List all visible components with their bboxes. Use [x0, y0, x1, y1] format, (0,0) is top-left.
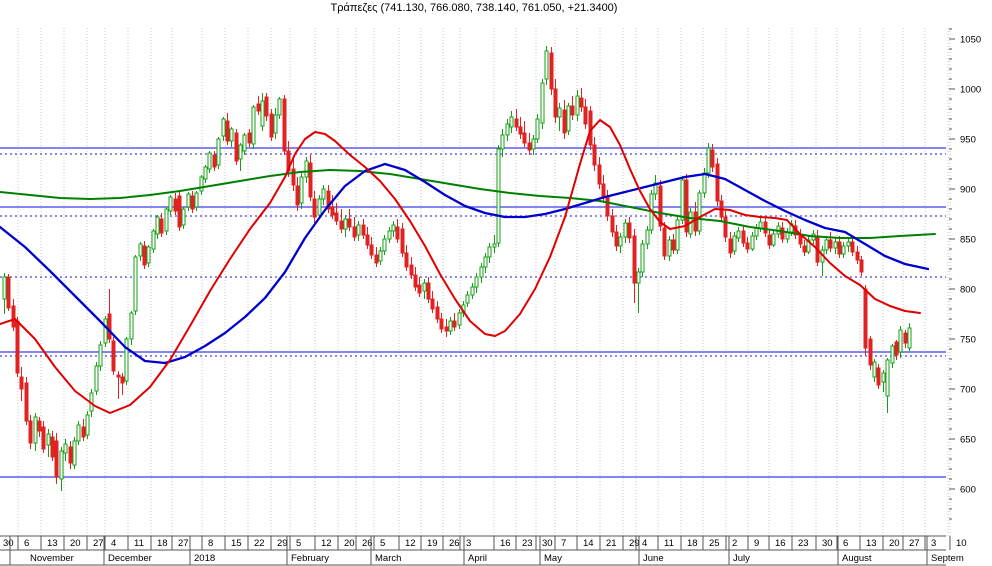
svg-text:750: 750: [960, 335, 976, 346]
x-axis: 30 6 13 20 27 4 11 18 27 8 15 22 29 5 12 20 26 5 12 19 26 3 16…: [0, 535, 967, 566]
svg-text:2: 2: [732, 538, 737, 549]
svg-text:29: 29: [629, 538, 640, 549]
svg-text:3: 3: [931, 538, 936, 549]
svg-text:23: 23: [522, 538, 533, 549]
svg-text:950: 950: [960, 135, 976, 146]
medium-ma-blue: [0, 162, 930, 365]
svg-text:30: 30: [822, 538, 833, 549]
svg-text:March: March: [375, 553, 401, 564]
svg-text:April: April: [468, 553, 487, 564]
svg-text:15: 15: [231, 538, 242, 549]
vertical-gridlines: [17, 28, 951, 536]
svg-text:650: 650: [960, 435, 976, 446]
svg-text:900: 900: [960, 185, 976, 196]
svg-text:12: 12: [405, 538, 416, 549]
svg-text:4: 4: [111, 538, 116, 549]
svg-text:3: 3: [466, 538, 471, 549]
svg-text:5: 5: [380, 538, 385, 549]
svg-text:700: 700: [960, 385, 976, 396]
svg-text:27: 27: [909, 538, 920, 549]
svg-text:23: 23: [798, 538, 809, 549]
svg-text:22: 22: [254, 538, 265, 549]
svg-text:December: December: [108, 553, 152, 564]
svg-text:20: 20: [344, 538, 355, 549]
svg-text:6: 6: [843, 538, 848, 549]
svg-text:May: May: [544, 553, 562, 564]
svg-text:July: July: [733, 553, 750, 564]
support-resistance-levels: [0, 147, 946, 478]
svg-text:13: 13: [866, 538, 877, 549]
svg-text:600: 600: [960, 485, 976, 496]
svg-text:6: 6: [24, 538, 29, 549]
svg-text:11: 11: [664, 538, 674, 549]
svg-text:13: 13: [47, 538, 58, 549]
svg-text:20: 20: [889, 538, 900, 549]
svg-text:5: 5: [296, 538, 301, 549]
svg-text:February: February: [291, 553, 329, 564]
svg-text:20: 20: [70, 538, 81, 549]
candlestick-chart: 1050 1000 950 900 850 800 750 700 650 600 30 6 13 20 2…: [0, 28, 981, 566]
svg-text:30: 30: [3, 538, 14, 549]
svg-text:8: 8: [208, 538, 213, 549]
chart-window: { "chart_data": { "type": "candlestick",…: [0, 0, 992, 566]
y-axis: 1050 1000 950 900 850 800 750 700 650 600: [949, 28, 981, 520]
svg-text:27: 27: [178, 538, 189, 549]
svg-text:30: 30: [542, 538, 553, 549]
svg-text:25: 25: [709, 538, 720, 549]
svg-text:10: 10: [956, 538, 967, 549]
svg-text:Septem: Septem: [931, 553, 964, 564]
svg-text:16: 16: [500, 538, 511, 549]
svg-text:June: June: [643, 553, 664, 564]
svg-text:7: 7: [561, 538, 566, 549]
svg-text:16: 16: [775, 538, 786, 549]
svg-text:26: 26: [449, 538, 460, 549]
svg-text:12: 12: [321, 538, 332, 549]
svg-text:1050: 1050: [960, 35, 981, 46]
svg-text:11: 11: [134, 538, 144, 549]
svg-text:August: August: [842, 553, 872, 564]
svg-text:4: 4: [642, 538, 647, 549]
svg-text:29: 29: [277, 538, 288, 549]
svg-text:2018: 2018: [194, 553, 215, 564]
svg-text:18: 18: [157, 538, 168, 549]
svg-text:18: 18: [687, 538, 698, 549]
svg-text:November: November: [30, 553, 74, 564]
svg-text:27: 27: [93, 538, 104, 549]
svg-text:14: 14: [583, 538, 594, 549]
svg-text:800: 800: [960, 285, 976, 296]
svg-text:21: 21: [606, 538, 617, 549]
candles-layer: [2, 46, 912, 491]
svg-text:1000: 1000: [960, 85, 981, 96]
svg-text:19: 19: [427, 538, 438, 549]
svg-text:850: 850: [960, 235, 976, 246]
svg-text:9: 9: [754, 538, 759, 549]
